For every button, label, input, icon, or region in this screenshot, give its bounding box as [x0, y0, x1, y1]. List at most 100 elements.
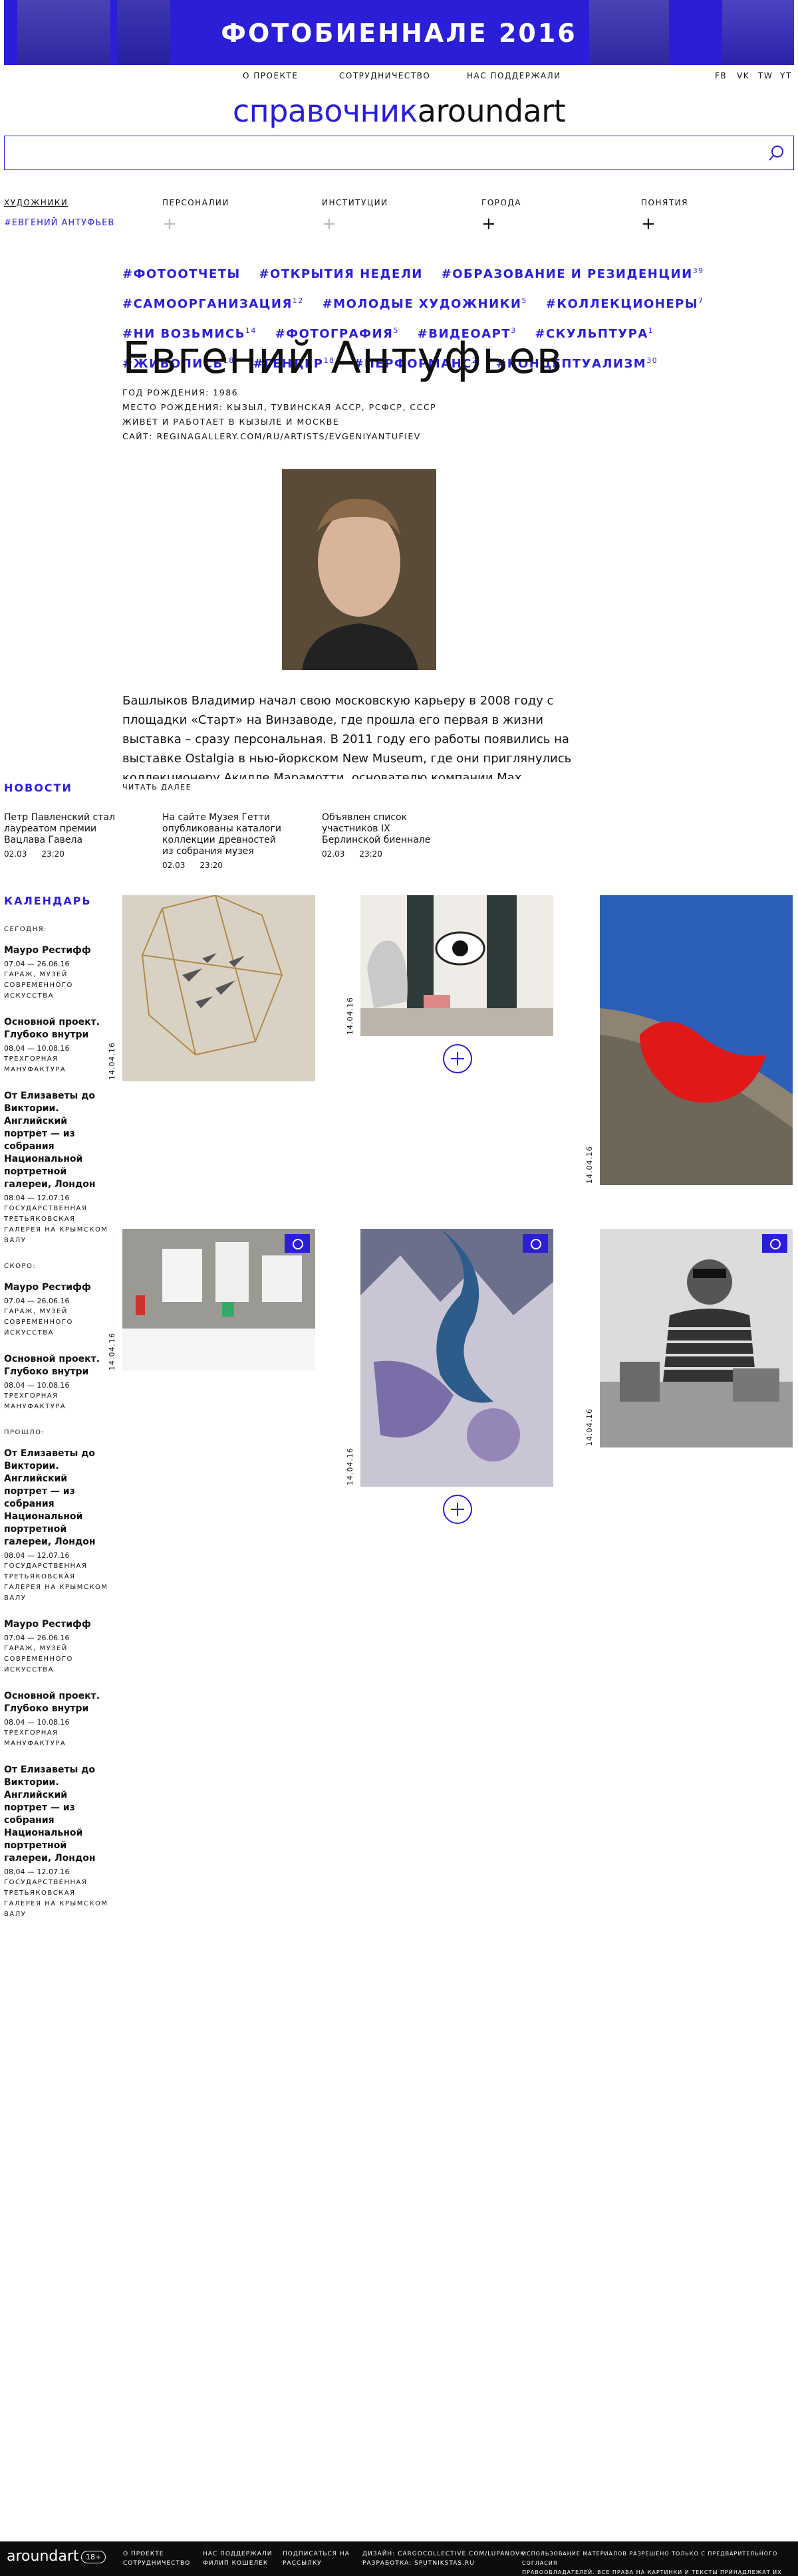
calendar-event[interactable]: Мауро Рестифф 07.04 — 26.06.16 ГАРАЖ, МУЗЕ…	[4, 1618, 110, 1675]
calendar-event[interactable]: Основной проект. Глубоко внутри 08.04 — 1…	[4, 1690, 110, 1749]
footer-supported-link[interactable]: НАС ПОДДЕРЖАЛИ	[203, 2549, 272, 2559]
social-fb-link[interactable]: FB	[715, 71, 727, 80]
footer-koshelek-link[interactable]: ФИЛИП КОШЕЛЕК	[203, 2559, 272, 2568]
artist-name: Евгений Антуфьев	[122, 332, 563, 383]
news-item[interactable]: Объявлен список участников IX Берлинской…	[322, 812, 448, 860]
footer-column: ПОДПИСАТЬСЯ НА РАССЫЛКУ	[283, 2549, 350, 2568]
footer-copyright-line: ИСПОЛЬЗОВАНИЕ МАТЕРИАЛОВ РАЗРЕШЕНО ТОЛЬК…	[522, 2551, 778, 2566]
category-institutions[interactable]: ИНСТИТУЦИИ	[322, 198, 388, 207]
social-yt-link[interactable]: YT	[780, 71, 792, 80]
category-artists[interactable]: ХУДОЖНИКИ	[4, 198, 68, 207]
event-date-label: 14.04.16	[346, 997, 354, 1035]
news-item[interactable]: На сайте Музея Гетти опубликованы катало…	[162, 812, 289, 871]
news-title: Петр Павленский стал лауреатом премии Ва…	[4, 812, 115, 845]
camera-icon	[285, 1234, 310, 1253]
today-label: СЕГОДНЯ:	[4, 926, 47, 933]
search-input[interactable]	[10, 142, 755, 164]
social-vk-link[interactable]: VK	[737, 71, 749, 80]
search-bar[interactable]	[4, 136, 794, 170]
footer-copyright-line: ПРАВООБЛАДАТЕЛЕЙ. ВСЕ ПРАВА НА КАРТИНКИ …	[522, 2569, 782, 2575]
artist-bio: Башлыков Владимир начал свою московскую …	[122, 694, 572, 779]
cities-plus-icon[interactable]: +	[481, 215, 497, 233]
artist-lives: ЖИВЕТ И РАБОТАЕТ В КЫЗЫЛЕ И МОСКВЕ	[122, 417, 340, 427]
calendar-event[interactable]: От Елизаветы до Виктории. Английский пор…	[4, 1448, 110, 1604]
category-filter: ХУДОЖНИКИ ПЕРСОНАЛИИ ИНСТИТУЦИИ ГОРОДА П…	[0, 198, 798, 238]
concepts-plus-icon[interactable]: +	[641, 215, 656, 233]
calendar-event[interactable]: Мауро Рестифф 07.04 — 26.06.16 ГАРАЖ, МУЗЕ…	[4, 944, 110, 1002]
site-footer: aroundart 18+ О ПРОЕКТЕ СОТРУДНИЧЕСТВО Н…	[0, 2541, 798, 2576]
footer-dev-credit[interactable]: РАЗРАБОТКА: SPUTNIKSTAS.RU	[362, 2559, 525, 2568]
artist-site-link[interactable]: САЙТ: REGINAGALLERY.COM/RU/ARTISTS/EVGEN…	[122, 429, 436, 444]
footer-subscribe-link[interactable]: ПОДПИСАТЬСЯ НА	[283, 2549, 350, 2559]
festival-banner[interactable]: ФОТОБИЕННАЛЕ 2016	[4, 0, 794, 65]
calendar-event[interactable]: Основной проект. Глубоко внутри 08.04 — 1…	[4, 1353, 110, 1412]
event-date-label: 14.04.16	[585, 1146, 594, 1184]
camera-icon	[762, 1234, 787, 1253]
footer-subscribe-link-2[interactable]: РАССЫЛКУ	[283, 2559, 350, 2568]
artist-portrait	[282, 469, 436, 670]
tag-item[interactable]: #МОЛОДЫЕ ХУДОЖНИКИ5	[323, 296, 527, 311]
logo-part-directory: справочник	[232, 93, 418, 129]
social-tw-link[interactable]: TW	[758, 71, 773, 80]
footer-column: О ПРОЕКТЕ СОТРУДНИЧЕСТВО	[123, 2549, 190, 2568]
event-image-tile[interactable]	[600, 895, 793, 1185]
calendar-events: СЕГОДНЯ: Мауро Рестифф 07.04 — 26.06.16 ГА…	[4, 918, 110, 1935]
calendar-event[interactable]: От Елизаветы до Виктории. Английский пор…	[4, 1764, 110, 1920]
news-date: 02.03 23:20	[162, 861, 223, 870]
selected-artist-filter[interactable]: #ЕВГЕНИЙ АНТУФЬЕВ	[4, 218, 114, 228]
event-image-tile[interactable]	[122, 1229, 315, 1370]
show-more-plus-button[interactable]	[443, 1495, 472, 1524]
artist-meta: ГОД РОЖДЕНИЯ: 1986 МЕСТО РОЖДЕНИЯ: КЫЗЫЛ…	[122, 385, 436, 444]
event-image-tile[interactable]	[122, 895, 315, 1081]
banner-title: ФОТОБИЕННАЛЕ 2016	[221, 19, 577, 48]
event-date-label: 14.04.16	[585, 1408, 594, 1446]
news-date: 02.03 23:20	[4, 849, 65, 859]
news-title: На сайте Музея Гетти опубликованы катало…	[162, 812, 281, 857]
news-item[interactable]: Петр Павленский стал лауреатом премии Ва…	[4, 812, 130, 860]
footer-cooperation-link[interactable]: СОТРУДНИЧЕСТВО	[123, 2559, 190, 2568]
tag-item[interactable]: #ОТКРЫТИЯ НЕДЕЛИ	[259, 267, 422, 281]
category-cities[interactable]: ГОРОДА	[481, 198, 521, 207]
nav-about-link[interactable]: О ПРОЕКТЕ	[243, 71, 298, 80]
footer-about-link[interactable]: О ПРОЕКТЕ	[123, 2549, 190, 2559]
search-icon[interactable]	[768, 144, 785, 161]
calendar-event[interactable]: Мауро Рестифф 07.04 — 26.06.16 ГАРАЖ, МУЗЕ…	[4, 1281, 110, 1339]
news-heading: НОВОСТИ	[4, 782, 72, 794]
category-concepts[interactable]: ПОНЯТИЯ	[641, 198, 688, 207]
event-image-tile[interactable]	[360, 1229, 553, 1487]
event-date-label: 14.04.16	[108, 1042, 116, 1080]
event-image-tile[interactable]	[360, 895, 553, 1036]
institutions-plus-icon[interactable]: +	[322, 215, 337, 233]
footer-copyright: ИСПОЛЬЗОВАНИЕ МАТЕРИАЛОВ РАЗРЕШЕНО ТОЛЬК…	[522, 2549, 798, 2576]
top-navigation: О ПРОЕКТЕ СОТРУДНИЧЕСТВО НАС ПОДДЕРЖАЛИ …	[0, 71, 798, 84]
calendar-event[interactable]: Основной проект. Глубоко внутри 08.04 — 1…	[4, 1016, 110, 1075]
footer-design-credit[interactable]: ДИЗАЙН: CARGOCOLLECTIVE.COM/LUPANOVK	[362, 2549, 525, 2559]
event-image-tile[interactable]	[600, 1229, 793, 1448]
nav-cooperation-link[interactable]: СОТРУДНИЧЕСТВО	[339, 71, 430, 80]
event-date-label: 14.04.16	[346, 1448, 354, 1485]
site-logo[interactable]: справочникaroundart	[0, 93, 798, 129]
show-more-plus-button[interactable]	[443, 1044, 472, 1073]
past-label: ПРОШЛО:	[4, 1429, 45, 1436]
news-date: 02.03 23:20	[322, 849, 382, 859]
tag-item[interactable]: #САМООРГАНИЗАЦИЯ12	[122, 296, 304, 311]
news-title: Объявлен список участников IX Берлинской…	[322, 812, 431, 845]
tag-item[interactable]: #КОЛЛЕКЦИОНЕРЫ7	[546, 296, 704, 311]
tag-item[interactable]: #ФОТООТЧЕТЫ	[122, 267, 241, 281]
footer-column: НАС ПОДДЕРЖАЛИ ФИЛИП КОШЕЛЕК	[203, 2549, 272, 2568]
nav-supported-link[interactable]: НАС ПОДДЕРЖАЛИ	[467, 71, 561, 80]
read-more-link[interactable]: ЧИТАТЬ ДАЛЕЕ	[122, 783, 192, 792]
event-date-label: 14.04.16	[108, 1333, 116, 1370]
artist-birth-year: ГОД РОЖДЕНИЯ: 1986	[122, 387, 239, 397]
footer-column: ДИЗАЙН: CARGOCOLLECTIVE.COM/LUPANOVK РАЗ…	[362, 2549, 525, 2568]
footer-logo[interactable]: aroundart	[7, 2548, 79, 2565]
soon-label: СКОРО:	[4, 1263, 37, 1270]
artist-birth-place: МЕСТО РОЖДЕНИЯ: КЫЗЫЛ, ТУВИНСКАЯ АССР, Р…	[122, 402, 437, 412]
tag-item[interactable]: #ОБРАЗОВАНИЕ И РЕЗИДЕНЦИИ39	[442, 267, 704, 281]
category-persons[interactable]: ПЕРСОНАЛИИ	[162, 198, 229, 207]
calendar-heading: КАЛЕНДАРЬ	[4, 895, 92, 907]
logo-part-aroundart: aroundart	[417, 93, 566, 129]
persons-plus-icon[interactable]: +	[162, 215, 178, 233]
calendar-event[interactable]: От Елизаветы до Виктории. Английский пор…	[4, 1090, 110, 1246]
age-rating-badge: 18+	[81, 2551, 106, 2563]
